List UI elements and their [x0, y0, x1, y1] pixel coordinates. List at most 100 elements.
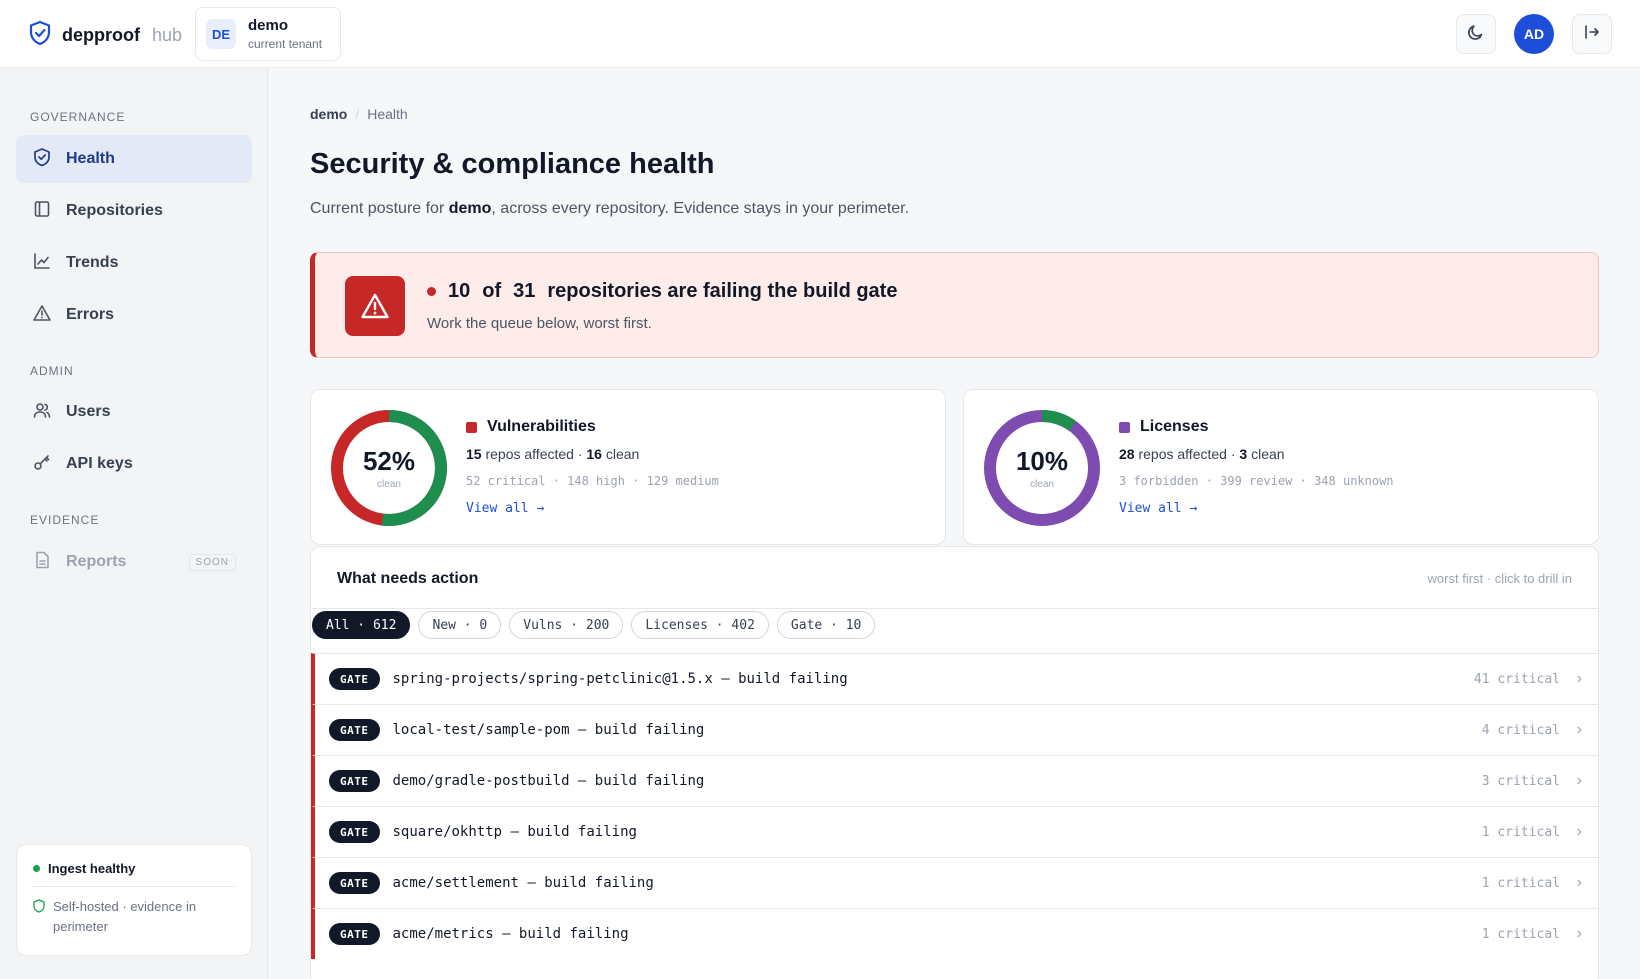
- breadcrumb-separator: /: [355, 106, 360, 122]
- sidebar-item-label: Health: [66, 150, 115, 167]
- chip-vulns[interactable]: Vulns · 200: [509, 611, 624, 639]
- action-rows: GATE spring-projects/spring-petclinic@1.…: [311, 653, 1598, 959]
- total-count: 31: [513, 280, 536, 302]
- table-row[interactable]: GATE acme/metrics — build failing 1 crit…: [311, 908, 1598, 959]
- build-gate-alert: 10 of 31 repositories are failing the bu…: [310, 252, 1599, 358]
- table-row[interactable]: GATE acme/settlement — build failing 1 c…: [311, 857, 1598, 908]
- sidebar-item-errors[interactable]: Errors: [16, 291, 252, 339]
- sidebar-item-repositories[interactable]: Repositories: [16, 187, 252, 235]
- action-hint: worst first · click to drill in: [1427, 571, 1572, 586]
- row-meta: 3 critical: [1481, 773, 1560, 789]
- tenant-name: demo: [248, 17, 289, 34]
- row-text: square/okhttp — build failing: [392, 824, 637, 840]
- series-swatch: [1119, 421, 1130, 433]
- card-stats: 28 repos affected · 3 clean: [1119, 446, 1285, 462]
- gate-badge: GATE: [329, 770, 380, 792]
- row-meta: 41 critical: [1473, 671, 1560, 687]
- chip-all[interactable]: All · 612: [312, 611, 411, 639]
- chevron-right-icon: ›: [1576, 772, 1582, 789]
- row-text: local-test/sample-pom — build failing: [392, 722, 705, 738]
- page-subtitle: Current posture for demo, across every r…: [310, 200, 910, 217]
- table-row[interactable]: GATE square/okhttp — build failing 1 cri…: [311, 806, 1598, 857]
- table-row[interactable]: GATE local-test/sample-pom — build faili…: [311, 704, 1598, 755]
- chip-new[interactable]: New · 0: [418, 611, 502, 639]
- breadcrumb-tenant[interactable]: demo: [310, 106, 347, 122]
- table-row[interactable]: GATE demo/gradle-postbuild — build faili…: [311, 755, 1598, 806]
- tenant-badge: DE: [206, 19, 236, 49]
- alert-title-text: repositories are failing the build gate: [547, 280, 898, 302]
- alert-dot: [427, 287, 436, 296]
- series-swatch: [466, 421, 477, 433]
- failing-count: 10: [448, 280, 471, 302]
- sidebar-item-label: Repositories: [66, 202, 163, 219]
- action-queue: What needs action worst first · click to…: [310, 546, 1599, 979]
- small-shield-icon: [33, 899, 45, 937]
- sidebar-item-label: Errors: [66, 306, 115, 323]
- chevron-right-icon: ›: [1576, 925, 1582, 942]
- chip-licenses[interactable]: Licenses · 402: [631, 611, 769, 639]
- chevron-right-icon: ›: [1576, 670, 1582, 687]
- sidebar-item-label: Reports: [66, 553, 127, 570]
- clean-percent: 10%: [1015, 446, 1069, 476]
- sidebar-item-label: Trends: [66, 254, 119, 271]
- tenant-switcher[interactable]: DE demo current tenant: [195, 7, 341, 61]
- row-text: acme/metrics — build failing: [392, 926, 629, 942]
- brand-name: depproof: [62, 25, 140, 45]
- brand-logo[interactable]: depproof hub: [28, 20, 182, 51]
- shield-check-icon: [28, 20, 52, 51]
- chevron-right-icon: ›: [1576, 874, 1582, 891]
- ingest-status-panel: Ingest healthy Self-hosted · evidence in…: [16, 844, 252, 956]
- repo-icon: [32, 199, 52, 224]
- sidebar-item-reports[interactable]: Reports SOON: [16, 538, 252, 586]
- gate-badge: GATE: [329, 668, 380, 690]
- clean-label: clean: [1030, 479, 1054, 490]
- row-text: acme/settlement — build failing: [392, 875, 654, 891]
- severity-breakdown: 52 critical · 148 high · 129 medium: [466, 474, 719, 488]
- row-meta: 4 critical: [1481, 722, 1560, 738]
- chip-gate[interactable]: Gate · 10: [776, 611, 876, 639]
- row-meta: 1 critical: [1481, 875, 1560, 891]
- theme-toggle-button[interactable]: [1456, 14, 1496, 54]
- soon-badge: SOON: [188, 553, 236, 571]
- warning-icon: [32, 303, 52, 328]
- top-bar: depproof hub DE demo current tenant AD: [0, 0, 1640, 68]
- sidebar-item-label: Users: [66, 403, 111, 420]
- ingest-note: Self-hosted · evidence in perimeter: [53, 899, 197, 934]
- card-title: Vulnerabilities: [466, 418, 596, 436]
- breadcrumb-page: Health: [367, 106, 408, 122]
- key-icon: [32, 452, 52, 477]
- logout-button[interactable]: [1572, 14, 1612, 54]
- gate-badge: GATE: [329, 872, 380, 894]
- view-all-licenses-link[interactable]: View all →: [1119, 501, 1197, 516]
- gate-badge: GATE: [329, 821, 380, 843]
- sidebar-item-health[interactable]: Health: [16, 135, 252, 183]
- sidebar-item-trends[interactable]: Trends: [16, 239, 252, 287]
- row-text: demo/gradle-postbuild — build failing: [392, 773, 705, 789]
- chevron-right-icon: ›: [1576, 823, 1582, 840]
- brand-suffix: hub: [152, 25, 183, 45]
- clean-label: clean: [377, 479, 401, 490]
- row-meta: 1 critical: [1481, 926, 1560, 942]
- view-all-vulns-link[interactable]: View all →: [466, 501, 544, 516]
- trend-icon: [32, 251, 52, 276]
- sidebar-item-api-keys[interactable]: API keys: [16, 440, 252, 488]
- table-row[interactable]: GATE spring-projects/spring-petclinic@1.…: [311, 653, 1598, 704]
- card-title: Licenses: [1119, 418, 1208, 436]
- gate-badge: GATE: [329, 923, 380, 945]
- shield-icon: [32, 147, 52, 172]
- ingest-status: Ingest healthy: [48, 861, 136, 876]
- document-icon: [32, 550, 52, 575]
- alert-title: 10 of 31 repositories are failing the bu…: [427, 280, 897, 303]
- licenses-card: 10% clean Licenses 28 repos affected · 3…: [963, 389, 1599, 545]
- sidebar-item-users[interactable]: Users: [16, 388, 252, 436]
- status-dot: [33, 865, 40, 872]
- user-avatar[interactable]: AD: [1514, 14, 1554, 54]
- users-icon: [32, 400, 52, 425]
- card-stats: 15 repos affected · 16 clean: [466, 446, 640, 462]
- sidebar: GOVERNANCE Health Repositories Trends Er…: [0, 68, 268, 979]
- row-text: spring-projects/spring-petclinic@1.5.x —…: [392, 671, 848, 687]
- alert-subtitle: Work the queue below, worst first.: [427, 315, 652, 332]
- alert-of: of: [482, 280, 502, 302]
- chevron-right-icon: ›: [1576, 721, 1582, 738]
- page-title: Security & compliance health: [310, 148, 715, 180]
